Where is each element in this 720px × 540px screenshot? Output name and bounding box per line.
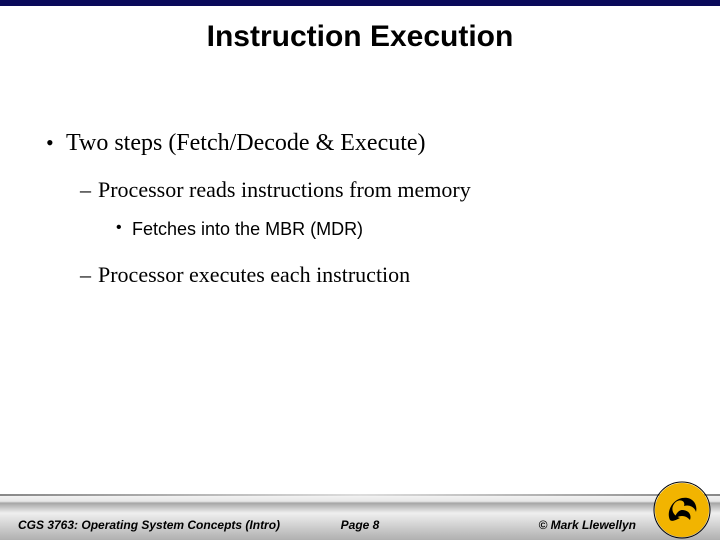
bullet-level3: Fetches into the MBR (MDR): [40, 219, 690, 240]
bullet-level2: Processor reads instructions from memory: [40, 177, 690, 203]
slide-content: Two steps (Fetch/Decode & Execute) Proce…: [40, 130, 690, 304]
ucf-pegasus-logo-icon: [652, 480, 712, 540]
slide-title: Instruction Execution: [0, 20, 720, 54]
footer-background: [0, 494, 720, 540]
top-accent-bar: [0, 0, 720, 6]
bullet-level1: Two steps (Fetch/Decode & Execute): [40, 130, 690, 157]
slide: Instruction Execution Two steps (Fetch/D…: [0, 0, 720, 540]
bullet-level2: Processor executes each instruction: [40, 262, 690, 288]
slide-footer: CGS 3763: Operating System Concepts (Int…: [0, 494, 720, 540]
footer-divider: [0, 494, 720, 496]
footer-author: © Mark Llewellyn: [538, 518, 636, 532]
